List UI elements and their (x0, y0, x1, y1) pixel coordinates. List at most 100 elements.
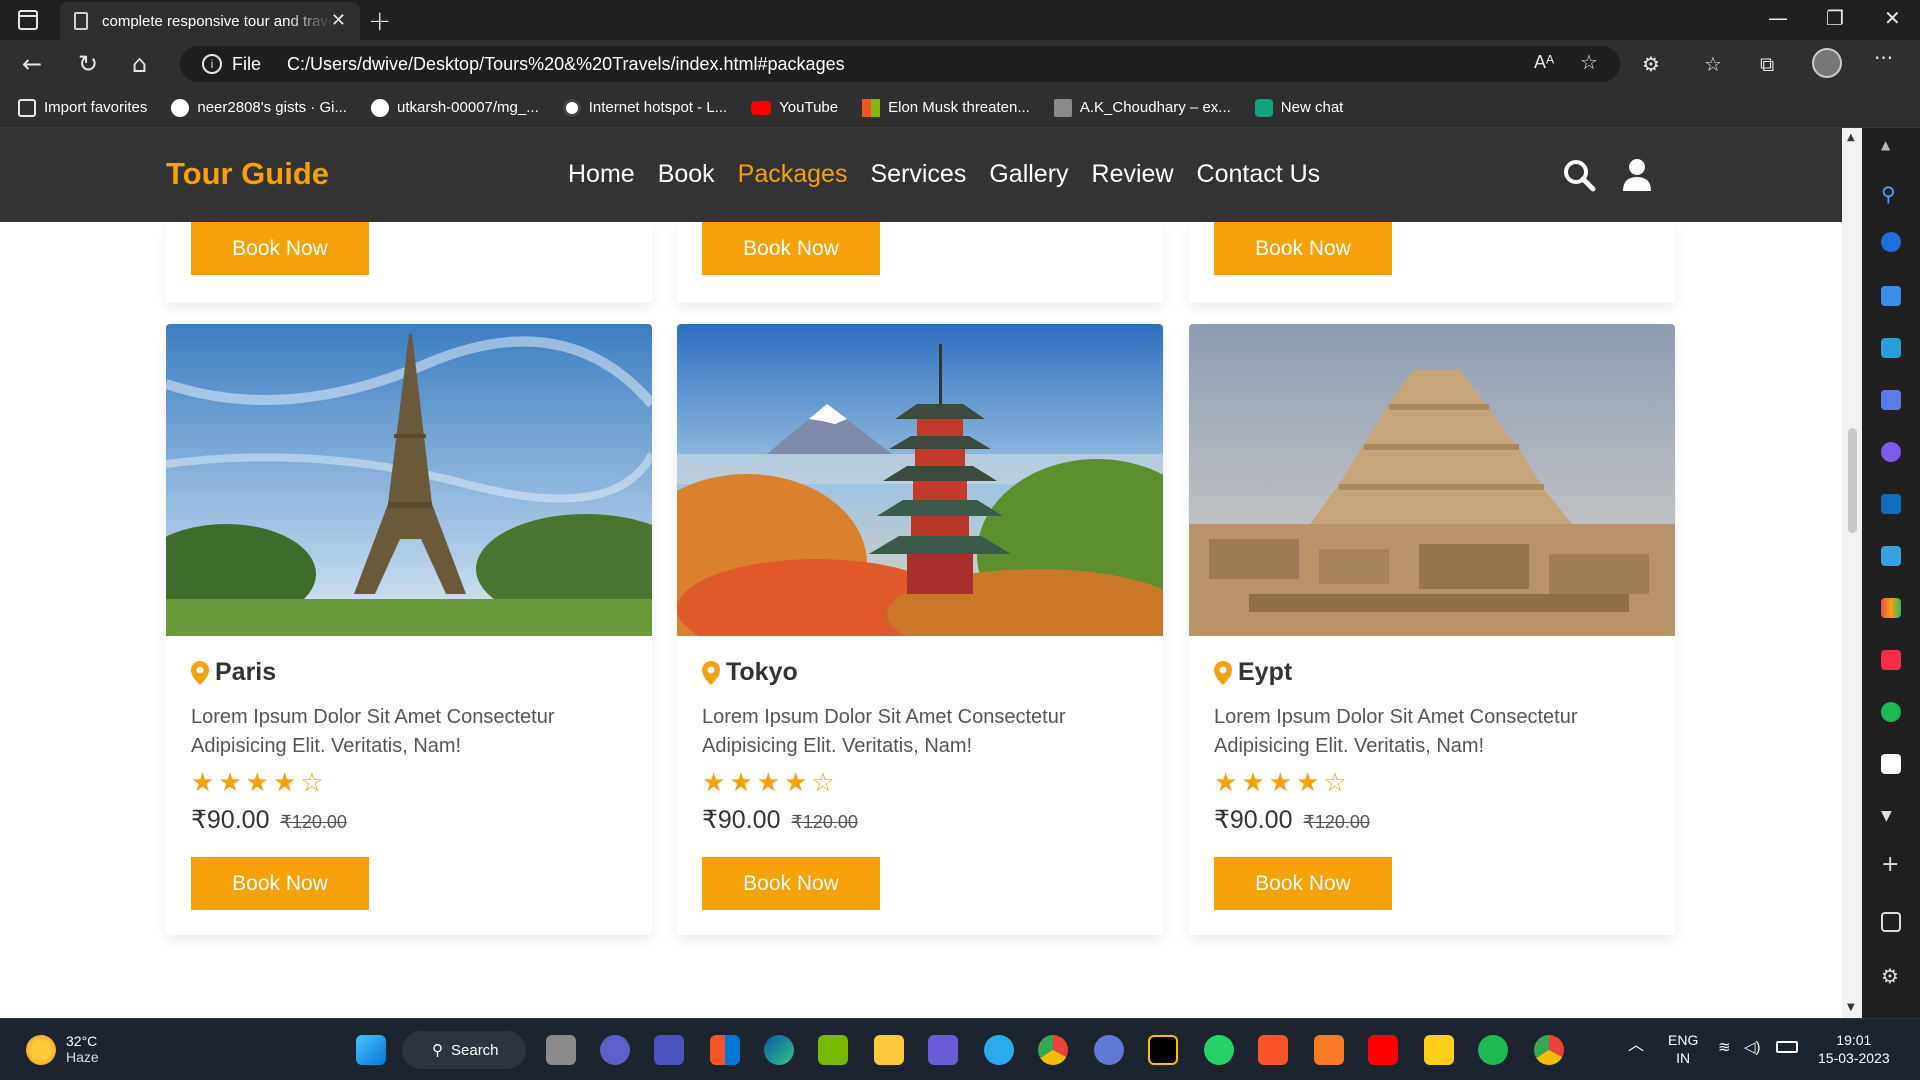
close-window-icon[interactable]: ✕ (1884, 6, 1901, 30)
r-app-icon[interactable] (1094, 1035, 1124, 1065)
new-tab-icon[interactable]: + (368, 4, 391, 37)
search-icon[interactable] (1562, 158, 1596, 192)
extensions-icon[interactable]: ⚙ (1642, 52, 1660, 76)
telegram-icon[interactable] (984, 1035, 1014, 1065)
refresh-icon[interactable]: ↻ (78, 50, 98, 78)
copilot-icon[interactable] (1881, 442, 1901, 462)
book-now-button[interactable]: Book Now (1214, 222, 1392, 275)
add-favorite-icon[interactable]: ☆ (1580, 50, 1598, 75)
site-logo[interactable]: Tour Guide (166, 156, 329, 192)
user-icon[interactable] (1622, 158, 1652, 192)
scroll-up-icon[interactable]: ▲ (1847, 132, 1855, 143)
sidebar-settings-icon[interactable]: ⚙ (1881, 964, 1901, 988)
volume-icon[interactable]: ◁) (1744, 1039, 1761, 1057)
nav-services[interactable]: Services (870, 160, 966, 189)
restore-icon[interactable]: ❐ (1826, 6, 1844, 30)
more-menu-icon[interactable]: ··· (1874, 46, 1893, 70)
weather-widget[interactable]: 32°C Haze (26, 1033, 99, 1065)
address-input[interactable]: i File C:/Users/dwive/Desktop/Tours%20&%… (180, 46, 1620, 82)
copilot-app-icon[interactable] (928, 1035, 958, 1065)
intellij-icon[interactable] (1148, 1035, 1178, 1065)
favorite-item[interactable]: Elon Musk threaten... (862, 98, 1030, 117)
tray-overflow-icon[interactable]: ︿ (1628, 1037, 1644, 1055)
github-icon (370, 98, 389, 117)
battery-icon[interactable] (1776, 1041, 1798, 1053)
book-now-button[interactable]: Book Now (702, 857, 880, 910)
chrome-icon[interactable] (1038, 1035, 1068, 1065)
language-indicator[interactable]: ENG IN (1668, 1031, 1698, 1067)
charts-app-icon[interactable] (1881, 598, 1901, 618)
teams-chat-icon[interactable] (600, 1035, 630, 1065)
favorite-item[interactable]: New chat (1254, 98, 1343, 117)
read-aloud-icon[interactable]: Aᴬ (1534, 52, 1554, 73)
package-description: Lorem Ipsum Dolor Sit Amet Consectetur A… (702, 706, 1066, 757)
scrollbar-thumb[interactable] (1848, 428, 1857, 533)
back-icon[interactable]: ← (22, 50, 42, 78)
close-tab-icon[interactable]: ✕ (331, 10, 346, 31)
info-icon[interactable]: i (202, 54, 222, 74)
shopping-tag-icon[interactable] (1881, 286, 1901, 306)
sidebar-search-icon[interactable]: ⚲ (1881, 182, 1901, 206)
sidebar-panel-icon[interactable] (1881, 912, 1901, 932)
book-now-button[interactable]: Book Now (1214, 857, 1392, 910)
clock[interactable]: 19:01 15-03-2023 (1818, 1031, 1890, 1067)
brave-icon[interactable] (1258, 1035, 1288, 1065)
nav-home[interactable]: Home (568, 160, 635, 189)
favorite-item[interactable]: Import favorites (18, 98, 147, 117)
favorites-icon[interactable]: ☆ (1704, 52, 1722, 76)
home-icon[interactable]: ⌂ (132, 50, 147, 78)
favorite-item[interactable]: A.K_Choudhary – ex... (1053, 98, 1231, 117)
edge-icon[interactable] (764, 1035, 794, 1065)
package-card: Tokyo Lorem Ipsum Dolor Sit Amet Consect… (677, 324, 1163, 935)
chrome-profile-icon[interactable] (1534, 1035, 1564, 1065)
nav-gallery[interactable]: Gallery (989, 160, 1068, 189)
star-filled-icon: ★ (783, 768, 808, 798)
outlook-icon[interactable] (1881, 494, 1901, 514)
favorite-item[interactable]: neer2808's gists · Gi... (171, 98, 347, 117)
nav-packages[interactable]: Packages (738, 160, 848, 189)
map-marker-icon (191, 660, 209, 685)
webpage: Tour Guide Home Book Packages Services G… (0, 128, 1842, 1018)
profile-avatar[interactable] (1812, 48, 1842, 78)
nav-book[interactable]: Book (658, 160, 715, 189)
tools-icon[interactable] (1881, 338, 1901, 358)
favorite-item[interactable]: Internet hotspot - L... (562, 98, 727, 117)
youtube-app-icon[interactable] (1368, 1035, 1398, 1065)
browser-tab[interactable]: complete responsive tour and travel webs… (60, 2, 360, 40)
microsoft-store-icon[interactable] (710, 1035, 740, 1065)
tab-actions-icon[interactable] (18, 10, 38, 30)
apple-music-icon[interactable] (1881, 650, 1901, 670)
windows-start-icon[interactable] (356, 1035, 386, 1065)
teams-icon[interactable] (654, 1035, 684, 1065)
favorite-item[interactable]: utkarsh-00007/mg_... (370, 98, 539, 117)
task-view-icon[interactable] (546, 1035, 576, 1065)
spotify-app-icon[interactable] (1478, 1035, 1508, 1065)
bing-icon[interactable] (1881, 232, 1901, 252)
favorite-item[interactable]: YouTube (751, 99, 838, 116)
sidebar-collapse-icon[interactable]: ▲ (1881, 138, 1901, 158)
amazon-music-icon[interactable] (1881, 754, 1901, 774)
collections-icon[interactable]: ⧉ (1760, 52, 1774, 76)
scroll-down-icon[interactable]: ▼ (1847, 1002, 1855, 1013)
book-now-button[interactable]: Book Now (191, 222, 369, 275)
sticky-notes-icon[interactable] (1424, 1035, 1454, 1065)
xampp-icon[interactable] (1314, 1035, 1344, 1065)
book-now-button[interactable]: Book Now (702, 222, 880, 275)
book-now-button[interactable]: Book Now (191, 857, 369, 910)
youtube-icon (751, 100, 772, 115)
whatsapp-icon[interactable] (1204, 1035, 1234, 1065)
package-description: Lorem Ipsum Dolor Sit Amet Consectetur A… (1214, 706, 1578, 757)
nav-review[interactable]: Review (1092, 160, 1174, 189)
nvidia-icon[interactable] (818, 1035, 848, 1065)
nav-contact-us[interactable]: Contact Us (1197, 160, 1321, 189)
wifi-icon[interactable]: ≋ (1718, 1039, 1731, 1057)
minimize-icon[interactable]: — (1768, 6, 1788, 30)
telegram-send-icon[interactable] (1881, 546, 1901, 566)
taskbar-search[interactable]: ⚲ Search (402, 1031, 526, 1069)
sidebar-add-icon[interactable]: + (1881, 852, 1901, 877)
spotify-icon[interactable] (1881, 702, 1901, 722)
games-icon[interactable] (1881, 390, 1901, 410)
file-explorer-icon[interactable] (874, 1035, 904, 1065)
page-scrollbar[interactable]: ▲ ▼ (1842, 128, 1862, 1018)
sidebar-more-icon[interactable]: ▼ (1881, 808, 1901, 828)
